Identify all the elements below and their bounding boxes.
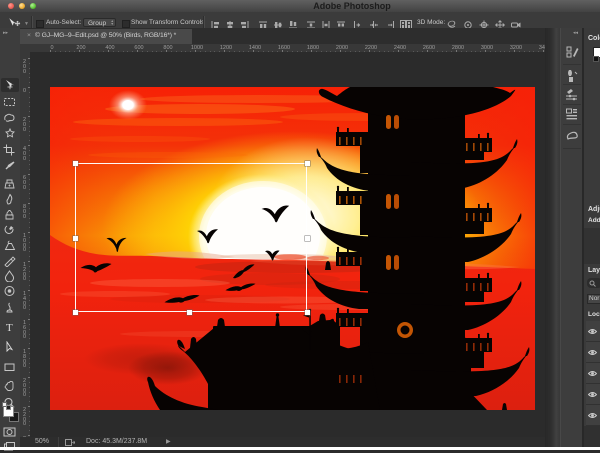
svg-text:T: T — [6, 322, 13, 333]
